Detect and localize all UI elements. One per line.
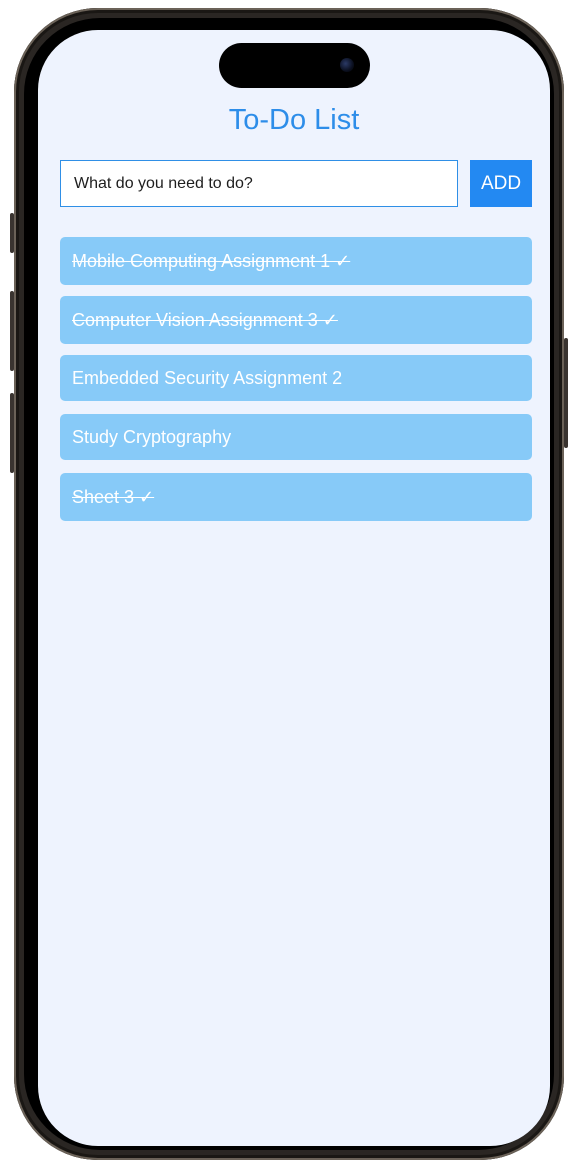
todo-item-text: Embedded Security Assignment 2 — [72, 368, 343, 388]
todo-input[interactable] — [60, 160, 458, 207]
add-todo-form: ADD — [60, 160, 532, 207]
todo-item-text: Study Cryptography — [72, 427, 232, 447]
volume-up-button — [10, 291, 14, 371]
todo-item-text: Mobile Computing Assignment 1 ✓ — [72, 251, 351, 271]
dynamic-island — [219, 43, 370, 88]
add-button[interactable]: ADD — [470, 160, 532, 207]
todo-item[interactable]: Study Cryptography — [60, 414, 532, 460]
todo-item-text: Sheet 3 ✓ — [72, 487, 155, 507]
phone-frame: To-Do List ADD Mobile Computing Assignme… — [10, 8, 568, 1160]
power-button — [564, 338, 568, 448]
todo-item[interactable]: Sheet 3 ✓ — [60, 473, 532, 521]
action-button — [10, 213, 14, 253]
page-title: To-Do List — [228, 104, 360, 136]
front-camera-icon — [340, 58, 354, 72]
todo-item[interactable]: Embedded Security Assignment 2 — [60, 355, 532, 401]
todo-list: Mobile Computing Assignment 1 ✓ Computer… — [60, 237, 532, 532]
todo-item[interactable]: Mobile Computing Assignment 1 ✓ — [60, 237, 532, 285]
app-screen: To-Do List ADD Mobile Computing Assignme… — [38, 30, 550, 1146]
volume-down-button — [10, 393, 14, 473]
todo-item[interactable]: Computer Vision Assignment 3 ✓ — [60, 296, 532, 344]
todo-item-text: Computer Vision Assignment 3 ✓ — [72, 310, 338, 330]
